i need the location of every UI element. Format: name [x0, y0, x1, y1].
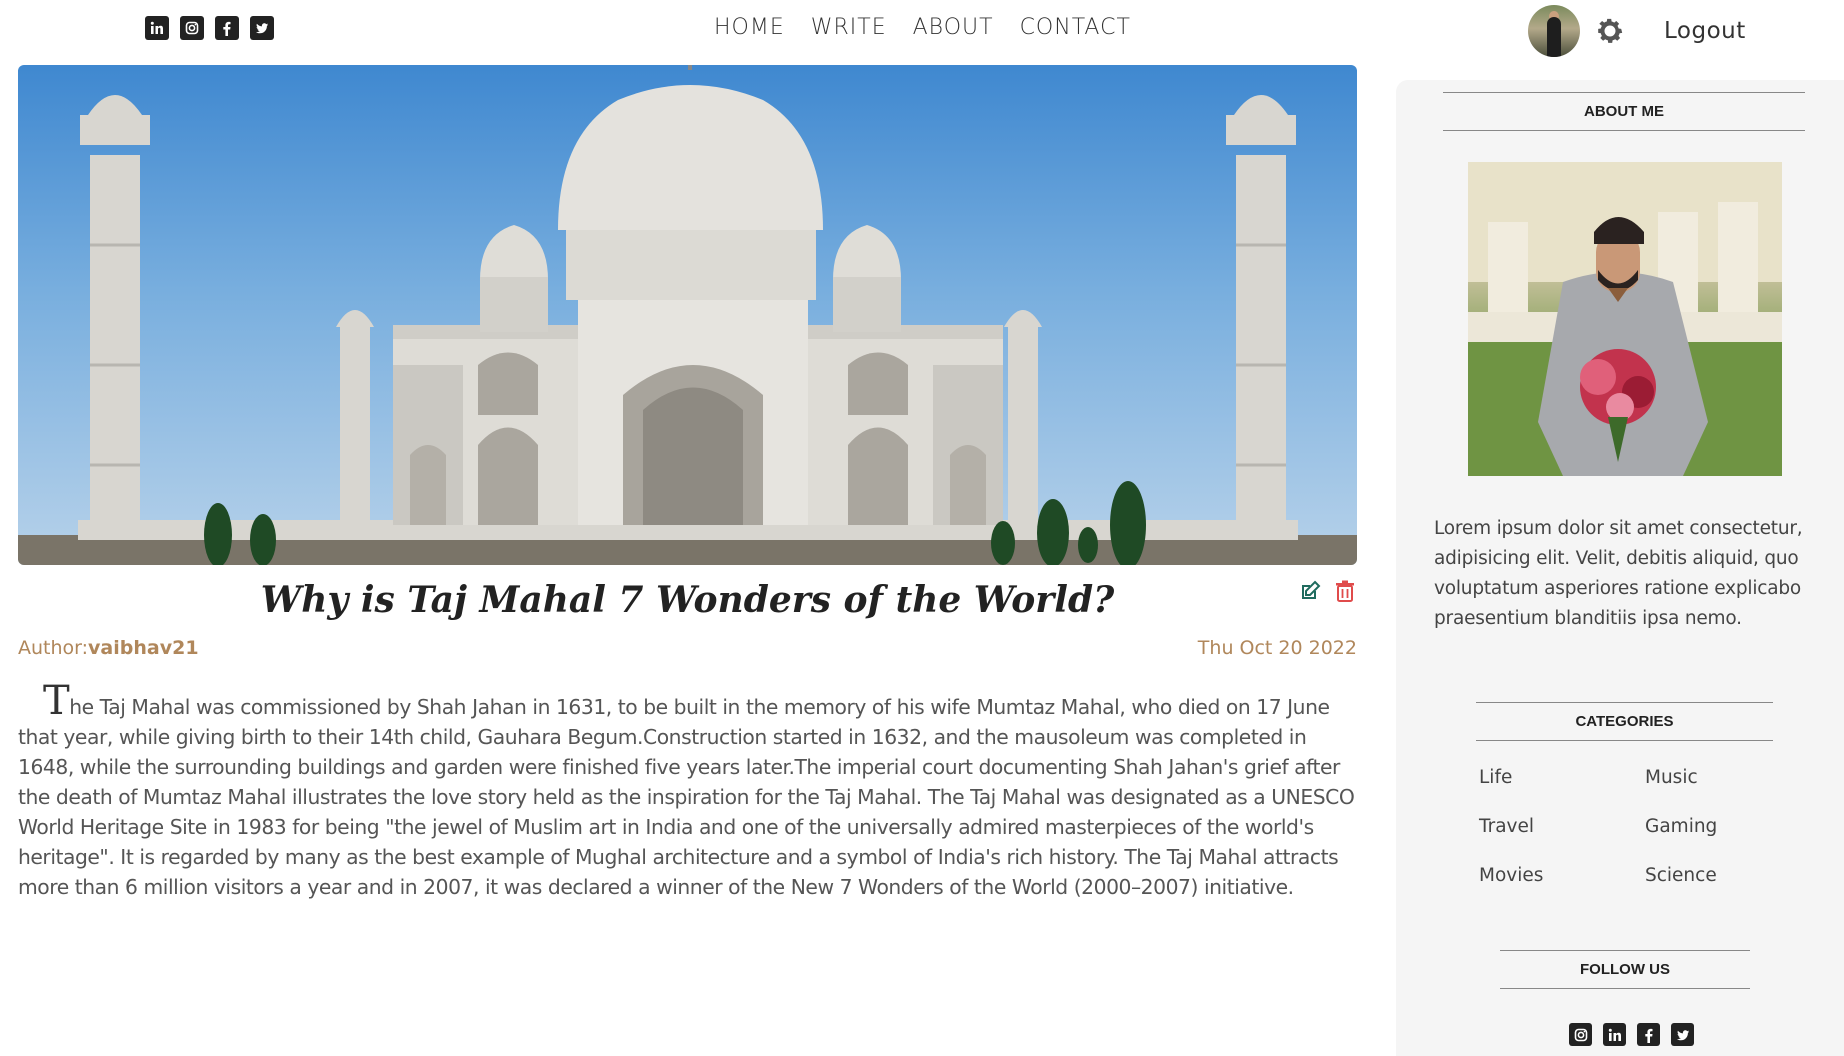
categories-title: CATEGORIES [1476, 702, 1773, 741]
post-title-row: Why is Taj Mahal 7 Wonders of the World? [18, 565, 1357, 635]
logout-button[interactable]: Logout [1664, 18, 1746, 44]
post-title: Why is Taj Mahal 7 Wonders of the World? [260, 579, 1115, 621]
post-actions [1298, 579, 1357, 603]
about-me-title: ABOUT ME [1443, 92, 1805, 131]
twitter-icon[interactable] [1671, 1023, 1694, 1046]
author-label: Author: [18, 637, 89, 659]
gear-icon[interactable] [1594, 15, 1626, 47]
post-dropcap: T [43, 678, 70, 724]
post-meta: Author:vaibhav21 Thu Oct 20 2022 [18, 635, 1357, 675]
categories-list: Life Music Travel Gaming Movies Science [1479, 767, 1809, 891]
facebook-icon[interactable] [215, 16, 239, 40]
avatar[interactable] [1528, 5, 1580, 57]
category-life[interactable]: Life [1479, 767, 1645, 793]
edit-icon[interactable] [1298, 579, 1322, 603]
post-author: Author:vaibhav21 [18, 637, 199, 659]
post-body: The Taj Mahal was commissioned by Shah J… [18, 681, 1357, 902]
post-image [18, 65, 1357, 565]
main-nav: HOME WRITE ABOUT CONTACT [714, 15, 1131, 40]
category-science[interactable]: Science [1645, 865, 1809, 891]
trash-icon[interactable] [1333, 579, 1357, 603]
category-travel[interactable]: Travel [1479, 816, 1645, 842]
facebook-icon[interactable] [1637, 1023, 1660, 1046]
about-me-text: Lorem ipsum dolor sit amet consectetur, … [1434, 518, 1803, 629]
category-music[interactable]: Music [1645, 767, 1809, 793]
category-movies[interactable]: Movies [1479, 865, 1645, 891]
linkedin-icon[interactable] [1603, 1023, 1626, 1046]
follow-us-title: FOLLOW US [1500, 950, 1750, 989]
about-photo [1468, 162, 1782, 476]
post-date: Thu Oct 20 2022 [1197, 637, 1357, 659]
user-controls: Logout [1528, 5, 1746, 57]
nav-home[interactable]: HOME [714, 15, 785, 40]
instagram-icon[interactable] [180, 16, 204, 40]
author-name[interactable]: vaibhav21 [88, 637, 199, 659]
single-post: Why is Taj Mahal 7 Wonders of the World?… [18, 65, 1357, 902]
sidebar: ABOUT ME Lorem ipsum dolor sit amet cons… [1396, 80, 1844, 1056]
instagram-icon[interactable] [1569, 1023, 1592, 1046]
post-body-text: he Taj Mahal was commissioned by Shah Ja… [18, 695, 1355, 899]
nav-write[interactable]: WRITE [811, 15, 887, 40]
nav-about[interactable]: ABOUT [913, 15, 994, 40]
top-bar: HOME WRITE ABOUT CONTACT Logout [0, 0, 1844, 60]
twitter-icon[interactable] [250, 16, 274, 40]
nav-contact[interactable]: CONTACT [1020, 15, 1131, 40]
sidebar-social-links [1569, 1023, 1694, 1046]
category-gaming[interactable]: Gaming [1645, 816, 1809, 842]
top-social-links [145, 16, 274, 40]
linkedin-icon[interactable] [145, 16, 169, 40]
